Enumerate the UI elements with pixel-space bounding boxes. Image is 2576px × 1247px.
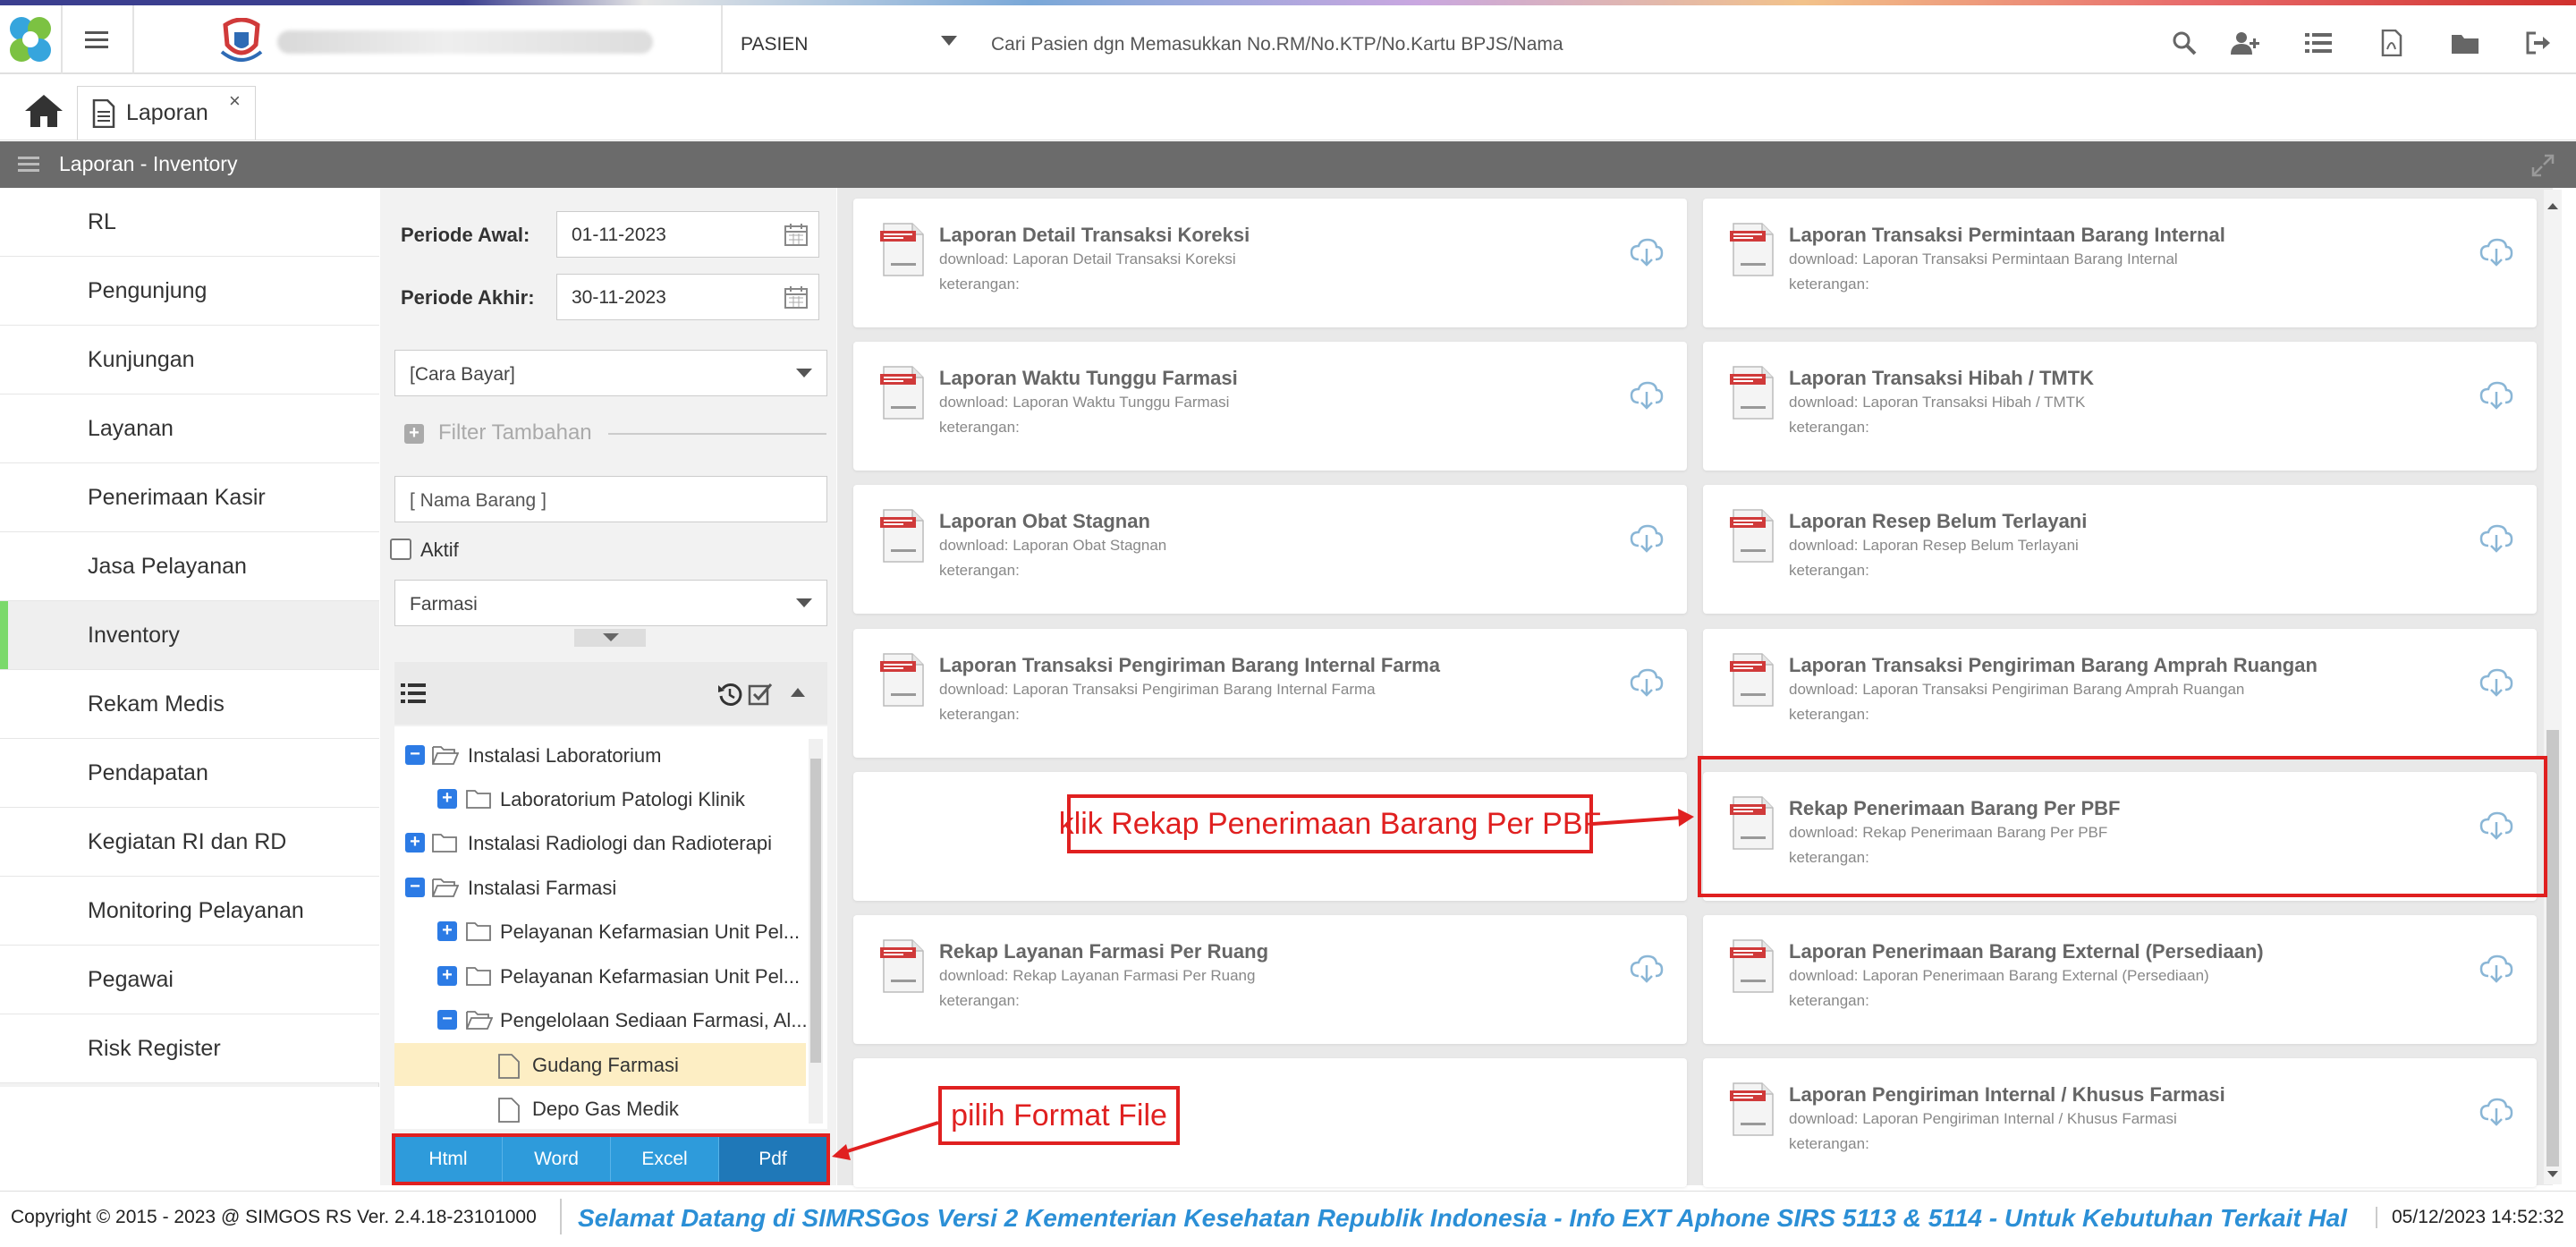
arrow-head [1678,809,1694,827]
arrow-head [832,1144,851,1160]
arrow-line [843,1121,939,1154]
annotation-callout: pilih Format File [938,1086,1180,1145]
annotation-arrows [832,809,1694,1160]
annotation-callout: klik Rekap Penerimaan Barang Per PBF [1059,794,1601,853]
arrow-line [1592,816,1682,826]
